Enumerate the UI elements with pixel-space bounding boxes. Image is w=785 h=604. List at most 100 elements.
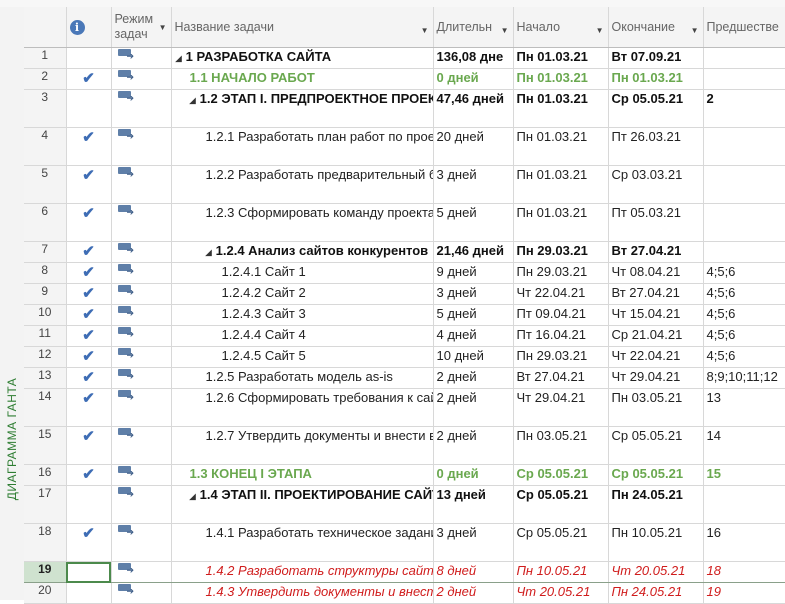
predecessors-cell[interactable] (703, 485, 785, 524)
chevron-down-icon[interactable]: ▼ (501, 26, 509, 35)
duration-cell[interactable]: 4 дней (433, 325, 514, 347)
finish-cell[interactable]: Вт 27.04.21 (608, 241, 704, 263)
indicator-cell[interactable]: ✔ (66, 203, 112, 242)
finish-cell[interactable]: Пн 10.05.21 (608, 523, 704, 562)
collapse-triangle-icon[interactable]: ◢ (190, 492, 196, 501)
predecessors-cell[interactable]: 18 (703, 561, 785, 583)
finish-cell[interactable]: Вт 27.04.21 (608, 283, 704, 305)
predecessors-cell[interactable]: 8;9;10;11;12 (703, 367, 785, 389)
task-row[interactable]: 1 ➔ ◢ 1 РАЗРАБОТКА САЙТА 136,08 дне Пн 01.03.… (24, 47, 785, 69)
start-cell[interactable]: Пн 01.03.21 (513, 203, 609, 242)
indicator-cell[interactable]: ✔ (66, 165, 112, 204)
task-name-cell[interactable]: 1.2.7 Утвердить документы и внести в биб… (171, 426, 434, 465)
finish-cell[interactable]: Пн 24.05.21 (608, 582, 704, 604)
row-number[interactable]: 6 (24, 203, 67, 242)
row-number[interactable]: 4 (24, 127, 67, 166)
task-mode-cell[interactable]: ➔ (111, 283, 172, 305)
finish-cell[interactable]: Ср 21.04.21 (608, 325, 704, 347)
predecessors-cell[interactable]: 4;5;6 (703, 325, 785, 347)
start-cell[interactable]: Пн 29.03.21 (513, 241, 609, 263)
task-name-cell[interactable]: ◢1.2 ЭТАП I. ПРЕДПРОЕКТНОЕ ПРОЕКТИРОВАНИ… (171, 89, 434, 128)
predecessors-cell[interactable] (703, 127, 785, 166)
task-row[interactable]: 18 ✔ ➔ 1.4.1 Разработать техническое задани… (24, 523, 785, 562)
select-all-corner[interactable] (24, 7, 67, 48)
finish-cell[interactable]: Пн 03.05.21 (608, 388, 704, 427)
row-number[interactable]: 10 (24, 304, 67, 326)
start-cell[interactable]: Ср 05.05.21 (513, 523, 609, 562)
task-row[interactable]: 9 ✔ ➔ 1.2.4.2 Сайт 2 3 дней Чт 22.04.21 Вт 27.… (24, 283, 785, 305)
collapse-triangle-icon[interactable]: ◢ (190, 96, 196, 105)
column-header-predecessors[interactable]: Предшестве (703, 7, 785, 48)
row-number[interactable]: 20 (24, 582, 67, 604)
indicator-cell[interactable]: ✔ (66, 68, 112, 90)
row-number[interactable]: 17 (24, 485, 67, 524)
row-number[interactable]: 12 (24, 346, 67, 368)
predecessors-cell[interactable]: 4;5;6 (703, 346, 785, 368)
task-name-cell[interactable]: 1.2.2 Разработать предварительный бюджет (171, 165, 434, 204)
start-cell[interactable]: Пн 01.03.21 (513, 47, 609, 69)
task-mode-cell[interactable]: ➔ (111, 241, 172, 263)
indicator-cell[interactable] (66, 485, 112, 524)
task-name-cell[interactable]: 1.2.4.5 Сайт 5 (171, 346, 434, 368)
task-mode-cell[interactable]: ➔ (111, 127, 172, 166)
indicator-cell[interactable]: ✔ (66, 388, 112, 427)
column-header-task-name[interactable]: Название задачи ▼ (171, 7, 434, 48)
column-header-task-mode[interactable]: Режим задач ▼ (111, 7, 172, 48)
task-row[interactable]: 7 ✔ ➔ ◢ 1.2.4 Анализ сайтов конкурентов 21,46… (24, 241, 785, 263)
task-name-cell[interactable]: 1.2.6 Сформировать требования к сайту (171, 388, 434, 427)
task-name-cell[interactable]: 1.2.4.3 Сайт 3 (171, 304, 434, 326)
row-number[interactable]: 5 (24, 165, 67, 204)
predecessors-cell[interactable]: 2 (703, 89, 785, 128)
indicator-cell[interactable]: ✔ (66, 426, 112, 465)
task-mode-cell[interactable]: ➔ (111, 325, 172, 347)
duration-cell[interactable]: 5 дней (433, 203, 514, 242)
column-header-duration[interactable]: Длительн ▼ (433, 7, 514, 48)
row-number[interactable]: 7 (24, 241, 67, 263)
predecessors-cell[interactable]: 15 (703, 464, 785, 486)
task-row[interactable]: 11 ✔ ➔ 1.2.4.4 Сайт 4 4 дней Пт 16.04.21 Ср 21… (24, 325, 785, 347)
task-name-cell[interactable]: 1.2.3 Сформировать команду проекта (171, 203, 434, 242)
task-mode-cell[interactable]: ➔ (111, 47, 172, 69)
duration-cell[interactable]: 20 дней (433, 127, 514, 166)
collapse-triangle-icon[interactable]: ◢ (206, 248, 212, 257)
task-row[interactable]: 10 ✔ ➔ 1.2.4.3 Сайт 3 5 дней Пт 09.04.21 Чт 15… (24, 304, 785, 326)
task-row[interactable]: 6 ✔ ➔ 1.2.3 Сформировать команду проекта 5 д… (24, 203, 785, 242)
finish-cell[interactable]: Пн 01.03.21 (608, 68, 704, 90)
indicator-cell[interactable]: ✔ (66, 346, 112, 368)
task-row[interactable]: 12 ✔ ➔ 1.2.4.5 Сайт 5 10 дней Пн 29.03.21 Чт 2… (24, 346, 785, 368)
predecessors-cell[interactable]: 16 (703, 523, 785, 562)
start-cell[interactable]: Вт 27.04.21 (513, 367, 609, 389)
duration-cell[interactable]: 2 дней (433, 582, 514, 604)
finish-cell[interactable]: Чт 15.04.21 (608, 304, 704, 326)
task-mode-cell[interactable]: ➔ (111, 426, 172, 465)
finish-cell[interactable]: Вт 07.09.21 (608, 47, 704, 69)
finish-cell[interactable]: Чт 29.04.21 (608, 367, 704, 389)
task-name-cell[interactable]: 1.1 НАЧАЛО РАБОТ (171, 68, 434, 90)
task-mode-cell[interactable]: ➔ (111, 68, 172, 90)
task-row[interactable]: 16 ✔ ➔ 1.3 КОНЕЦ I ЭТАПА 0 дней Ср 05.05.21 Ср… (24, 464, 785, 486)
row-number[interactable]: 13 (24, 367, 67, 389)
row-number[interactable]: 2 (24, 68, 67, 90)
start-cell[interactable]: Пн 01.03.21 (513, 165, 609, 204)
indicator-cell[interactable]: ✔ (66, 325, 112, 347)
finish-cell[interactable]: Чт 22.04.21 (608, 346, 704, 368)
finish-cell[interactable]: Пт 26.03.21 (608, 127, 704, 166)
row-number[interactable]: 14 (24, 388, 67, 427)
finish-cell[interactable]: Пн 24.05.21 (608, 485, 704, 524)
indicator-cell[interactable]: ✔ (66, 367, 112, 389)
indicator-cell[interactable]: ✔ (66, 283, 112, 305)
task-name-cell[interactable]: 1.2.4.2 Сайт 2 (171, 283, 434, 305)
task-name-cell[interactable]: 1.4.2 Разработать структуры сайта (171, 561, 434, 583)
start-cell[interactable]: Ср 05.05.21 (513, 464, 609, 486)
column-header-indicators[interactable]: i (66, 7, 112, 48)
duration-cell[interactable]: 5 дней (433, 304, 514, 326)
duration-cell[interactable]: 3 дней (433, 523, 514, 562)
indicator-cell[interactable]: ✔ (66, 523, 112, 562)
finish-cell[interactable]: Пт 05.03.21 (608, 203, 704, 242)
task-row[interactable]: 4 ✔ ➔ 1.2.1 Разработать план работ по проек… (24, 127, 785, 166)
duration-cell[interactable]: 9 дней (433, 262, 514, 284)
task-name-cell[interactable]: ◢ 1.2.4 Анализ сайтов конкурентов (171, 241, 434, 263)
predecessors-cell[interactable]: 4;5;6 (703, 304, 785, 326)
predecessors-cell[interactable] (703, 68, 785, 90)
predecessors-cell[interactable] (703, 47, 785, 69)
